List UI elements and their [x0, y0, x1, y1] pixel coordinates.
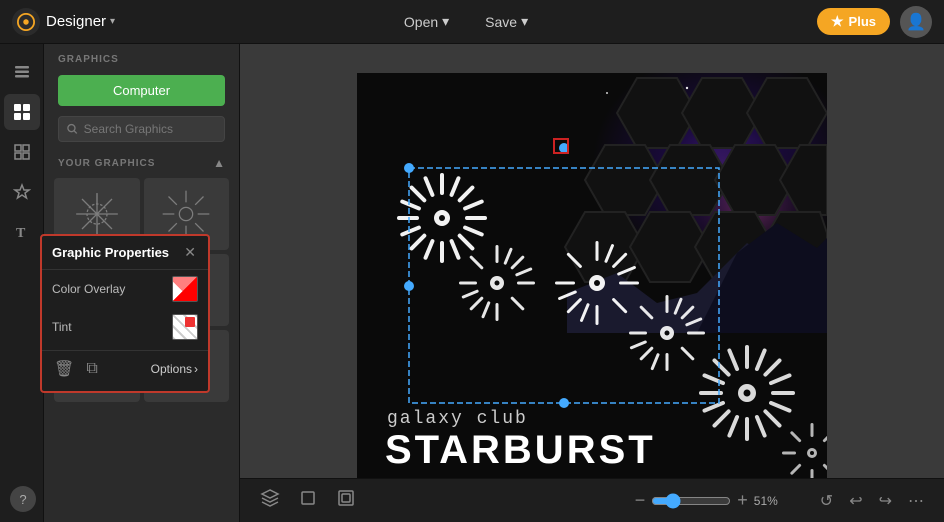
- sidebar-item-grid[interactable]: [4, 134, 40, 170]
- topbar-center: Open ▾ Save ▾: [115, 9, 817, 34]
- canvas-content: galaxy club STARBURST: [357, 73, 827, 493]
- search-input[interactable]: [84, 122, 216, 136]
- collapse-icon[interactable]: ▲: [213, 156, 225, 170]
- design-canvas[interactable]: galaxy club STARBURST: [357, 73, 827, 493]
- zoom-in-button[interactable]: +: [737, 490, 748, 511]
- sidebar-item-favorites[interactable]: [4, 174, 40, 210]
- tint-row: Tint: [42, 308, 208, 346]
- tint-label: Tint: [52, 320, 72, 334]
- sidebar-item-graphics[interactable]: [4, 94, 40, 130]
- your-graphics-label: YOUR GRAPHICS: [58, 158, 155, 169]
- zoom-label: 51%: [754, 494, 790, 508]
- undo-icon[interactable]: ↩: [845, 487, 866, 515]
- popup-close-button[interactable]: ✕: [182, 244, 198, 261]
- app-logo: [12, 8, 40, 36]
- icon-sidebar: T ?: [0, 44, 44, 522]
- duplicate-button[interactable]: ⧉: [84, 358, 99, 380]
- open-button[interactable]: Open ▾: [396, 9, 457, 34]
- your-graphics-header: YOUR GRAPHICS ▲: [44, 148, 239, 174]
- topbar-right: ★ Plus 👤: [817, 6, 932, 38]
- svg-text:T: T: [16, 226, 26, 241]
- avatar[interactable]: 👤: [900, 6, 932, 38]
- sidebar-item-layers[interactable]: [4, 54, 40, 90]
- zoom-out-button[interactable]: −: [635, 490, 646, 511]
- layers-icon[interactable]: [256, 484, 284, 517]
- graphic-properties-popup: Graphic Properties ✕ Color Overlay Tint …: [40, 234, 210, 393]
- left-panel: GRAPHICS Computer YOUR GRAPHICS ▲: [44, 44, 240, 522]
- star-icon: ★: [831, 13, 844, 30]
- graphics-section-label: GRAPHICS: [44, 44, 239, 71]
- save-button[interactable]: Save ▾: [477, 9, 536, 34]
- tint-swatch[interactable]: [172, 314, 198, 340]
- bottom-bar: − + 51% ↺ ↩ ↪ ⋯: [240, 478, 944, 522]
- zoom-controls: − + 51%: [635, 490, 790, 511]
- crop-icon[interactable]: [294, 484, 322, 517]
- popup-header: Graphic Properties ✕: [42, 236, 208, 270]
- app-name[interactable]: Designer ▾: [46, 13, 115, 30]
- rotate-left-icon[interactable]: ↺: [816, 487, 837, 515]
- search-bar: [58, 116, 225, 142]
- search-icon: [67, 123, 78, 135]
- help-button[interactable]: ?: [10, 486, 36, 512]
- computer-button[interactable]: Computer: [58, 75, 225, 106]
- redo-icon[interactable]: ↪: [875, 487, 896, 515]
- delete-button[interactable]: 🗑: [52, 357, 76, 381]
- color-overlay-label: Color Overlay: [52, 282, 125, 296]
- popup-footer: 🗑 ⧉ Options ›: [42, 350, 208, 387]
- options-button[interactable]: Options ›: [151, 362, 198, 376]
- main-area: T ? GRAPHICS Computer YOUR GRAPHICS ▲: [0, 44, 944, 522]
- bottom-right-icons: ↺ ↩ ↪ ⋯: [816, 487, 928, 515]
- zoom-slider[interactable]: [651, 493, 731, 509]
- plus-button[interactable]: ★ Plus: [817, 8, 890, 35]
- svg-text:galaxy club: galaxy club: [387, 409, 528, 429]
- canvas-area: galaxy club STARBURST: [240, 44, 944, 522]
- svg-text:STARBURST: STARBURST: [385, 428, 656, 472]
- more-icon[interactable]: ⋯: [904, 487, 928, 515]
- color-overlay-swatch[interactable]: [172, 276, 198, 302]
- topbar: Designer ▾ Open ▾ Save ▾ ★ Plus 👤: [0, 0, 944, 44]
- popup-title: Graphic Properties: [52, 245, 169, 260]
- frame-icon[interactable]: [332, 484, 360, 517]
- sidebar-item-text[interactable]: T: [4, 214, 40, 250]
- color-overlay-row: Color Overlay: [42, 270, 208, 308]
